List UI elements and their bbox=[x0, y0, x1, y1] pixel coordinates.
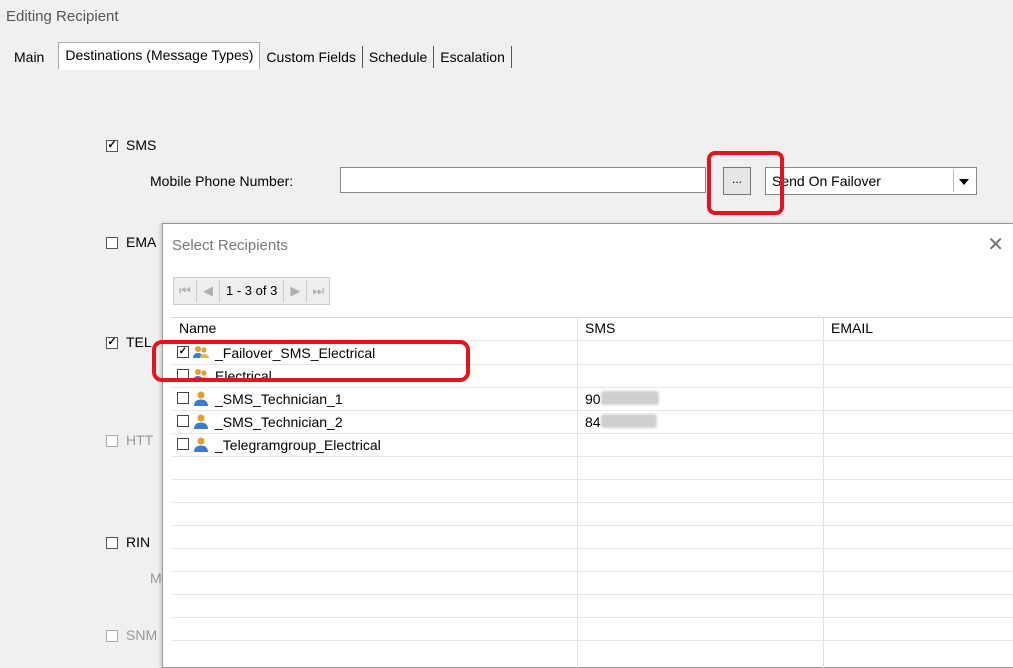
row-divider bbox=[171, 502, 1013, 503]
row-divider bbox=[171, 479, 1013, 480]
row-divider bbox=[171, 571, 1013, 572]
row-divider bbox=[171, 525, 1013, 526]
tab-escalation[interactable]: Escalation bbox=[434, 46, 512, 68]
window-title: Editing Recipient bbox=[6, 8, 119, 25]
tab-schedule[interactable]: Schedule bbox=[363, 46, 435, 68]
annotation-highlight-failover-row bbox=[152, 340, 470, 382]
column-header-sms[interactable]: SMS bbox=[585, 320, 615, 336]
email-checkbox[interactable] bbox=[106, 237, 118, 249]
annotation-highlight-browse bbox=[707, 151, 784, 215]
failover-select[interactable]: Send On Failover bbox=[765, 167, 977, 195]
sms-checkbox[interactable] bbox=[106, 140, 118, 152]
redaction-blur bbox=[601, 414, 657, 428]
prev-page-icon[interactable]: ◀ bbox=[197, 280, 220, 302]
row-divider bbox=[171, 548, 1013, 549]
user-icon bbox=[194, 391, 208, 406]
row-checkbox[interactable] bbox=[177, 415, 189, 427]
telegram-label: TEL bbox=[126, 334, 152, 350]
ring-label: RIN bbox=[126, 534, 151, 550]
row-sms: 84 bbox=[585, 414, 601, 430]
last-page-icon[interactable]: ⏭ bbox=[307, 280, 329, 302]
user-icon bbox=[194, 414, 208, 429]
column-header-name[interactable]: Name bbox=[179, 320, 216, 336]
ring-checkbox[interactable] bbox=[106, 537, 118, 549]
ring-sub-label: M bbox=[150, 570, 162, 586]
http-checkbox[interactable] bbox=[106, 435, 118, 447]
mobile-phone-label: Mobile Phone Number: bbox=[150, 173, 294, 189]
row-checkbox[interactable] bbox=[177, 438, 189, 450]
tab-main[interactable]: Main bbox=[8, 46, 58, 68]
row-sms: 90 bbox=[585, 391, 601, 407]
redaction-blur bbox=[601, 391, 659, 405]
tab-strip: Main Destinations (Message Types) Custom… bbox=[8, 42, 512, 70]
row-name: _Telegramgroup_Electrical bbox=[215, 437, 381, 453]
dialog-title: Select Recipients bbox=[172, 237, 288, 254]
row-name: _SMS_Technician_1 bbox=[215, 391, 343, 407]
column-header-email[interactable]: EMAIL bbox=[831, 320, 873, 336]
email-label: EMA bbox=[126, 234, 157, 250]
row-divider bbox=[171, 617, 1013, 618]
close-icon[interactable]: ✕ bbox=[987, 232, 1004, 257]
next-page-icon[interactable]: ▶ bbox=[284, 280, 308, 302]
tab-custom-fields[interactable]: Custom Fields bbox=[260, 46, 363, 68]
tab-destinations[interactable]: Destinations (Message Types) bbox=[58, 42, 261, 70]
mobile-phone-input[interactable] bbox=[340, 167, 706, 193]
row-divider bbox=[171, 456, 1013, 457]
pager-info: 1 - 3 of 3 bbox=[220, 280, 285, 302]
chevron-down-icon bbox=[953, 170, 974, 192]
first-page-icon[interactable]: ⏮ bbox=[174, 280, 197, 302]
table-row[interactable]: _SMS_Technician_1 90 bbox=[171, 388, 1013, 410]
select-recipients-dialog: Select Recipients ✕ ⏮ ◀ 1 - 3 of 3 ▶ ⏭ N… bbox=[162, 223, 1013, 668]
http-label: HTT bbox=[126, 432, 154, 448]
sms-label: SMS bbox=[126, 137, 157, 153]
row-divider bbox=[171, 594, 1013, 595]
table-row[interactable]: _SMS_Technician_2 84 bbox=[171, 411, 1013, 433]
row-divider bbox=[171, 640, 1013, 641]
telegram-checkbox[interactable] bbox=[106, 337, 118, 349]
snmp-label: SNM bbox=[126, 627, 158, 643]
table-row[interactable]: _Telegramgroup_Electrical bbox=[171, 434, 1013, 456]
row-checkbox[interactable] bbox=[177, 392, 189, 404]
row-name: _SMS_Technician_2 bbox=[215, 414, 343, 430]
snmp-checkbox[interactable] bbox=[106, 630, 118, 642]
failover-select-value: Send On Failover bbox=[772, 173, 881, 189]
pager: ⏮ ◀ 1 - 3 of 3 ▶ ⏭ bbox=[173, 277, 331, 305]
user-icon bbox=[194, 437, 208, 452]
